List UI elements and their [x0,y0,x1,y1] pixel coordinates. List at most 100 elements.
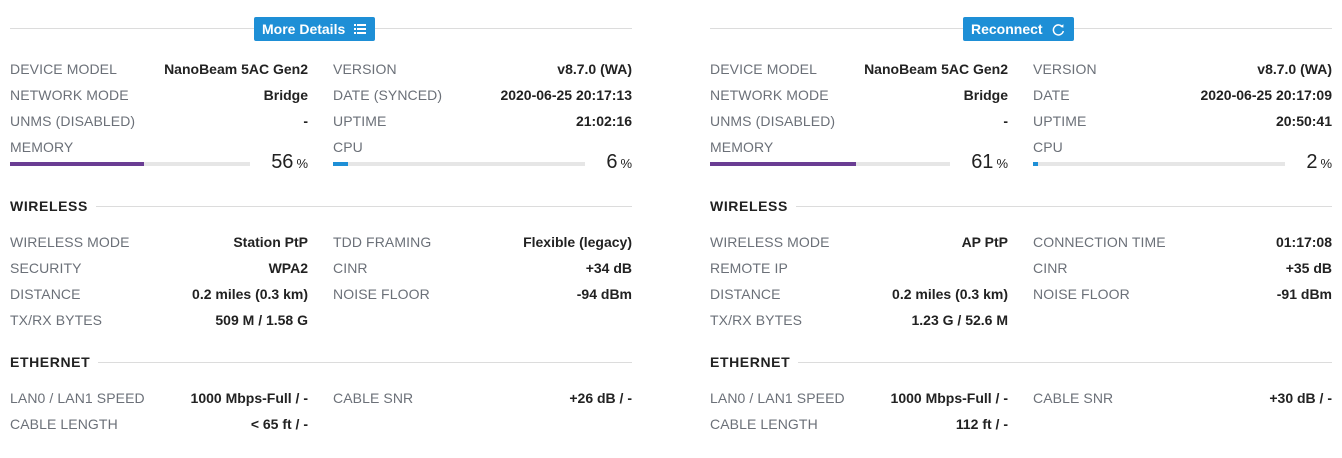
info-row: REMOTE IP CINR +35 dB [710,255,1332,281]
wireless-mode-value: Station PtP [233,234,308,250]
network-mode-label: NETWORK MODE [10,87,129,103]
network-mode-value: Bridge [263,87,308,103]
divider [710,206,1332,207]
cinr-value: +35 dB [1285,260,1332,276]
memory-percent: 61 [971,151,994,173]
noise-floor-value: -91 dBm [1276,286,1332,302]
info-row: WIRELESS MODE AP PtP CONNECTION TIME 01:17… [710,229,1332,255]
memory-bar-fill [710,162,857,166]
wireless-mode-label: WIRELESS MODE [10,234,130,250]
info-row: DEVICE MODEL NanoBeam 5AC Gen2 VERSION v8.… [710,56,1332,82]
usage-row: MEMORY 56% CPU 6% [10,139,632,173]
version-value: v8.7.0 (WA) [1257,61,1332,77]
distance-label: DISTANCE [10,286,81,302]
unms-label: UNMS (DISABLED) [10,113,136,129]
security-value: WPA2 [268,260,308,276]
reconnect-button[interactable]: Reconnect [963,17,1074,41]
more-details-label: More Details [262,21,346,37]
device-panel-local: More Details DEVICE MODEL NanoBeam 5AC Ge… [10,0,632,458]
noise-floor-value: -94 dBm [576,286,632,302]
info-row: NETWORK MODE Bridge DATE (SYNCED) 2020-06-… [10,82,632,108]
refresh-icon [1052,23,1065,36]
tdd-framing-label: TDD FRAMING [333,234,432,250]
info-row: UNMS (DISABLED) - UPTIME 20:50:41 [710,108,1332,134]
section-title: ETHERNET [10,352,99,372]
date-value: 2020-06-25 20:17:13 [500,87,632,103]
memory-bar-track [710,162,950,166]
date-label: DATE [1033,87,1070,103]
uptime-value: 20:50:41 [1275,113,1332,129]
lan-speed-value: 1000 Mbps-Full / - [890,390,1008,406]
wireless-mode-value: AP PtP [961,234,1008,250]
device-model-label: DEVICE MODEL [10,61,117,77]
cpu-unit: % [620,156,632,171]
distance-value: 0.2 miles (0.3 km) [892,286,1008,302]
cpu-meter: CPU 2% [1033,139,1332,173]
date-label: DATE (SYNCED) [333,87,443,103]
cable-snr-label: CABLE SNR [333,390,414,406]
uptime-label: UPTIME [1033,113,1087,129]
txrx-bytes-value: 1.23 G / 52.6 M [911,312,1009,328]
distance-label: DISTANCE [710,286,781,302]
noise-floor-label: NOISE FLOOR [1033,286,1130,302]
memory-unit: % [996,156,1008,171]
network-mode-value: Bridge [963,87,1008,103]
lan-speed-label: LAN0 / LAN1 SPEED [710,390,845,406]
memory-label: MEMORY [10,139,74,155]
memory-bar-track [10,162,250,166]
version-label: VERSION [333,61,397,77]
wireless-mode-label: WIRELESS MODE [710,234,830,250]
cable-length-value: 112 ft / - [955,416,1008,432]
date-value: 2020-06-25 20:17:09 [1200,87,1332,103]
info-row: LAN0 / LAN1 SPEED 1000 Mbps-Full / - CABL… [10,385,632,411]
unms-value: - [303,113,308,129]
cable-snr-label: CABLE SNR [1033,390,1114,406]
memory-bar-fill [10,162,145,166]
info-row: DISTANCE 0.2 miles (0.3 km) NOISE FLOOR -9… [710,281,1332,307]
connection-time-value: 01:17:08 [1275,234,1332,250]
uptime-label: UPTIME [333,113,387,129]
cpu-label: CPU [333,139,363,155]
unms-label: UNMS (DISABLED) [710,113,836,129]
cable-length-label: CABLE LENGTH [10,416,118,432]
cpu-percent: 6 [606,151,618,173]
info-row: TX/RX BYTES 1.23 G / 52.6 M [710,307,1332,333]
memory-meter: MEMORY 56% [10,139,308,173]
lan-speed-value: 1000 Mbps-Full / - [190,390,308,406]
panel-header: Reconnect [710,17,1332,41]
version-label: VERSION [1033,61,1097,77]
cinr-value: +34 dB [585,260,632,276]
wireless-section-header: WIRELESS [10,196,632,216]
list-icon [354,24,367,34]
unms-value: - [1003,113,1008,129]
wireless-section-header: WIRELESS [710,196,1332,216]
section-title: ETHERNET [710,352,799,372]
uptime-value: 21:02:16 [575,113,632,129]
cpu-unit: % [1320,156,1332,171]
info-row: SECURITY WPA2 CINR +34 dB [10,255,632,281]
cpu-bar-fill [1033,162,1039,166]
usage-row: MEMORY 61% CPU 2% [710,139,1332,173]
txrx-bytes-label: TX/RX BYTES [10,312,103,328]
divider [10,362,632,363]
info-row: LAN0 / LAN1 SPEED 1000 Mbps-Full / - CABL… [710,385,1332,411]
memory-unit: % [296,156,308,171]
more-details-button[interactable]: More Details [254,17,376,41]
cable-length-value: < 65 ft / - [250,416,308,432]
security-label: SECURITY [10,260,82,276]
cpu-bar-track [1033,162,1285,166]
cinr-label: CINR [333,260,368,276]
info-row: UNMS (DISABLED) - UPTIME 21:02:16 [10,108,632,134]
lan-speed-label: LAN0 / LAN1 SPEED [10,390,145,406]
connection-time-label: CONNECTION TIME [1033,234,1166,250]
memory-percent: 56 [271,151,294,173]
reconnect-label: Reconnect [971,21,1043,37]
info-row: CABLE LENGTH 112 ft / - [710,411,1332,437]
section-title: WIRELESS [10,196,96,216]
divider [710,362,1332,363]
info-row: TX/RX BYTES 509 M / 1.58 G [10,307,632,333]
ethernet-section-header: ETHERNET [10,352,632,372]
device-panel-remote: Reconnect DEVICE MODEL NanoBeam 5AC Gen2 … [710,0,1332,458]
info-row: DISTANCE 0.2 miles (0.3 km) NOISE FLOOR -9… [10,281,632,307]
distance-value: 0.2 miles (0.3 km) [192,286,308,302]
